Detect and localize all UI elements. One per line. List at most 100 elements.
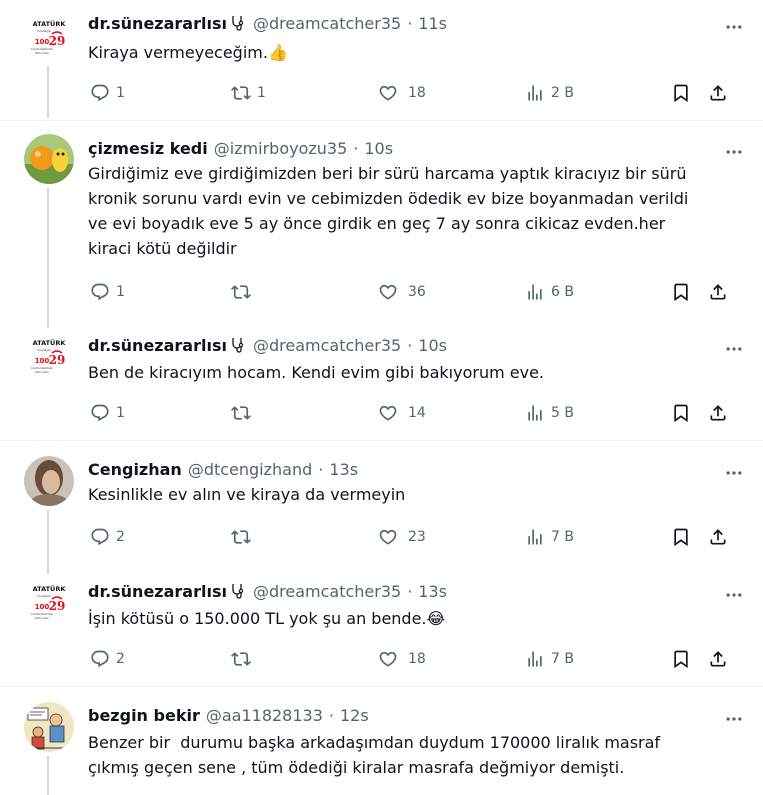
retweet-button[interactable]: 1 [231,83,266,103]
bookmark-button[interactable] [671,527,691,547]
timestamp[interactable]: 13s [418,582,447,601]
share-icon [710,284,726,300]
tweet-text-line: Kiraya vermeyeceğim. [88,43,268,62]
views-button[interactable]: 7 B [525,649,574,669]
retweet-button[interactable] [231,282,257,302]
reply-button[interactable]: 2 [90,527,125,547]
reply-icon [91,650,109,668]
more-options-button[interactable] [717,702,751,736]
display-name[interactable]: bezgin bekir [88,706,200,725]
tweet-text-line: Kesinlikle ev alın ve kiraya da vermeyin [88,485,406,504]
tweet[interactable]: dr.sünezararlısı @dreamcatcher35 · 13s İ… [0,580,763,686]
retweet-icon [231,86,251,100]
more-options-button[interactable] [717,578,751,612]
timestamp[interactable]: 10s [364,139,393,158]
heart-icon [379,405,397,421]
retweet-count: 1 [257,85,266,101]
reply-button[interactable]: 1 [90,403,125,423]
user-handle[interactable]: @dtcengizhand [188,460,312,479]
timestamp[interactable]: 11s [418,14,447,33]
tweet-text-line: Benzer bir durumu başka arkadaşımdan duy… [88,733,661,752]
views-count: 6 B [551,284,574,300]
like-button[interactable]: 23 [378,527,426,547]
retweet-button[interactable] [231,527,257,547]
more-options-button[interactable] [717,135,751,169]
display-name[interactable]: çizmesiz kedi [88,139,208,158]
separator-dot: · [407,335,413,355]
display-name[interactable]: dr.sünezararlısı [88,14,227,33]
separator-dot: · [353,138,359,158]
timestamp[interactable]: 12s [340,706,369,725]
reply-button[interactable]: 1 [90,83,125,103]
stethoscope-emoji [229,336,247,354]
user-handle[interactable]: @izmirboyozu35 [214,139,348,158]
tweet-divider [0,120,763,121]
reply-icon [91,528,109,546]
more-options-button[interactable] [717,332,751,366]
views-count: 7 B [551,529,574,545]
share-button[interactable] [708,649,728,669]
bookmark-icon [674,528,688,547]
display-name[interactable]: Cengizhan [88,460,182,479]
views-chart-icon [528,85,542,101]
user-handle[interactable]: @dreamcatcher35 [253,14,401,33]
views-button[interactable]: 6 B [525,282,574,302]
reply-button[interactable]: 1 [90,282,125,302]
bookmark-icon [674,404,688,423]
stethoscope-icon [232,16,244,31]
heart-icon [379,284,397,300]
like-button[interactable]: 36 [378,282,426,302]
views-chart-icon [528,651,542,667]
tweet[interactable]: çizmesiz kedi @izmirboyozu35 · 10s Girdi… [0,137,763,328]
share-button[interactable] [708,282,728,302]
like-button[interactable]: 14 [378,403,426,423]
tweet[interactable]: bezgin bekir @aa11828133 · 12s Benzer bi… [0,704,763,795]
display-name[interactable]: dr.sünezararlısı [88,582,227,601]
retweet-icon [231,406,251,420]
tweet[interactable]: dr.sünezararlısı @dreamcatcher35 · 10s B… [0,334,763,440]
retweet-button[interactable] [231,649,257,669]
reply-button[interactable]: 2 [90,649,125,669]
reply-count: 2 [116,529,125,545]
tweet-header: Cengizhan @dtcengizhand · 13s [88,458,740,480]
share-button[interactable] [708,527,728,547]
tweet-text-line: kronik sorunu vardı evin ve cebimizden ö… [88,189,689,208]
bookmark-icon [674,650,688,669]
bookmark-button[interactable] [671,403,691,423]
bookmark-button[interactable] [671,649,691,669]
bookmark-icon [674,283,688,302]
thumbs-up-emoji: 👍 [267,43,288,62]
like-button[interactable]: 18 [378,649,426,669]
like-count: 18 [408,651,426,667]
tweet-text-line: çıkmış geçen sene , tüm ödediği kiralar … [88,758,625,777]
tweet[interactable]: dr.sünezararlısı @dreamcatcher35 · 11s K… [0,12,763,120]
share-button[interactable] [708,83,728,103]
bookmark-button[interactable] [671,83,691,103]
timestamp[interactable]: 13s [329,460,358,479]
bookmark-icon [674,84,688,103]
user-handle[interactable]: @dreamcatcher35 [253,336,401,355]
views-count: 2 B [551,85,574,101]
more-icon [726,593,742,597]
tweet-header: dr.sünezararlısı @dreamcatcher35 · 13s [88,580,740,602]
share-button[interactable] [708,403,728,423]
user-handle[interactable]: @aa11828133 [206,706,323,725]
more-icon [726,25,742,29]
user-handle[interactable]: @dreamcatcher35 [253,582,401,601]
views-button[interactable]: 5 B [525,403,574,423]
views-chart-icon [528,529,542,545]
more-options-button[interactable] [717,10,751,44]
views-button[interactable]: 7 B [525,527,574,547]
more-icon [726,717,742,721]
bookmark-button[interactable] [671,282,691,302]
retweet-button[interactable] [231,403,257,423]
views-button[interactable]: 2 B [525,83,574,103]
reply-icon [91,283,109,301]
tweet-header: bezgin bekir @aa11828133 · 12s [88,704,740,726]
tweet[interactable]: Cengizhan @dtcengizhand · 13s Kesinlikle… [0,458,763,568]
like-button[interactable]: 18 [378,83,426,103]
timestamp[interactable]: 10s [418,336,447,355]
heart-icon [379,85,397,101]
display-name[interactable]: dr.sünezararlısı [88,336,227,355]
more-options-button[interactable] [717,456,751,490]
